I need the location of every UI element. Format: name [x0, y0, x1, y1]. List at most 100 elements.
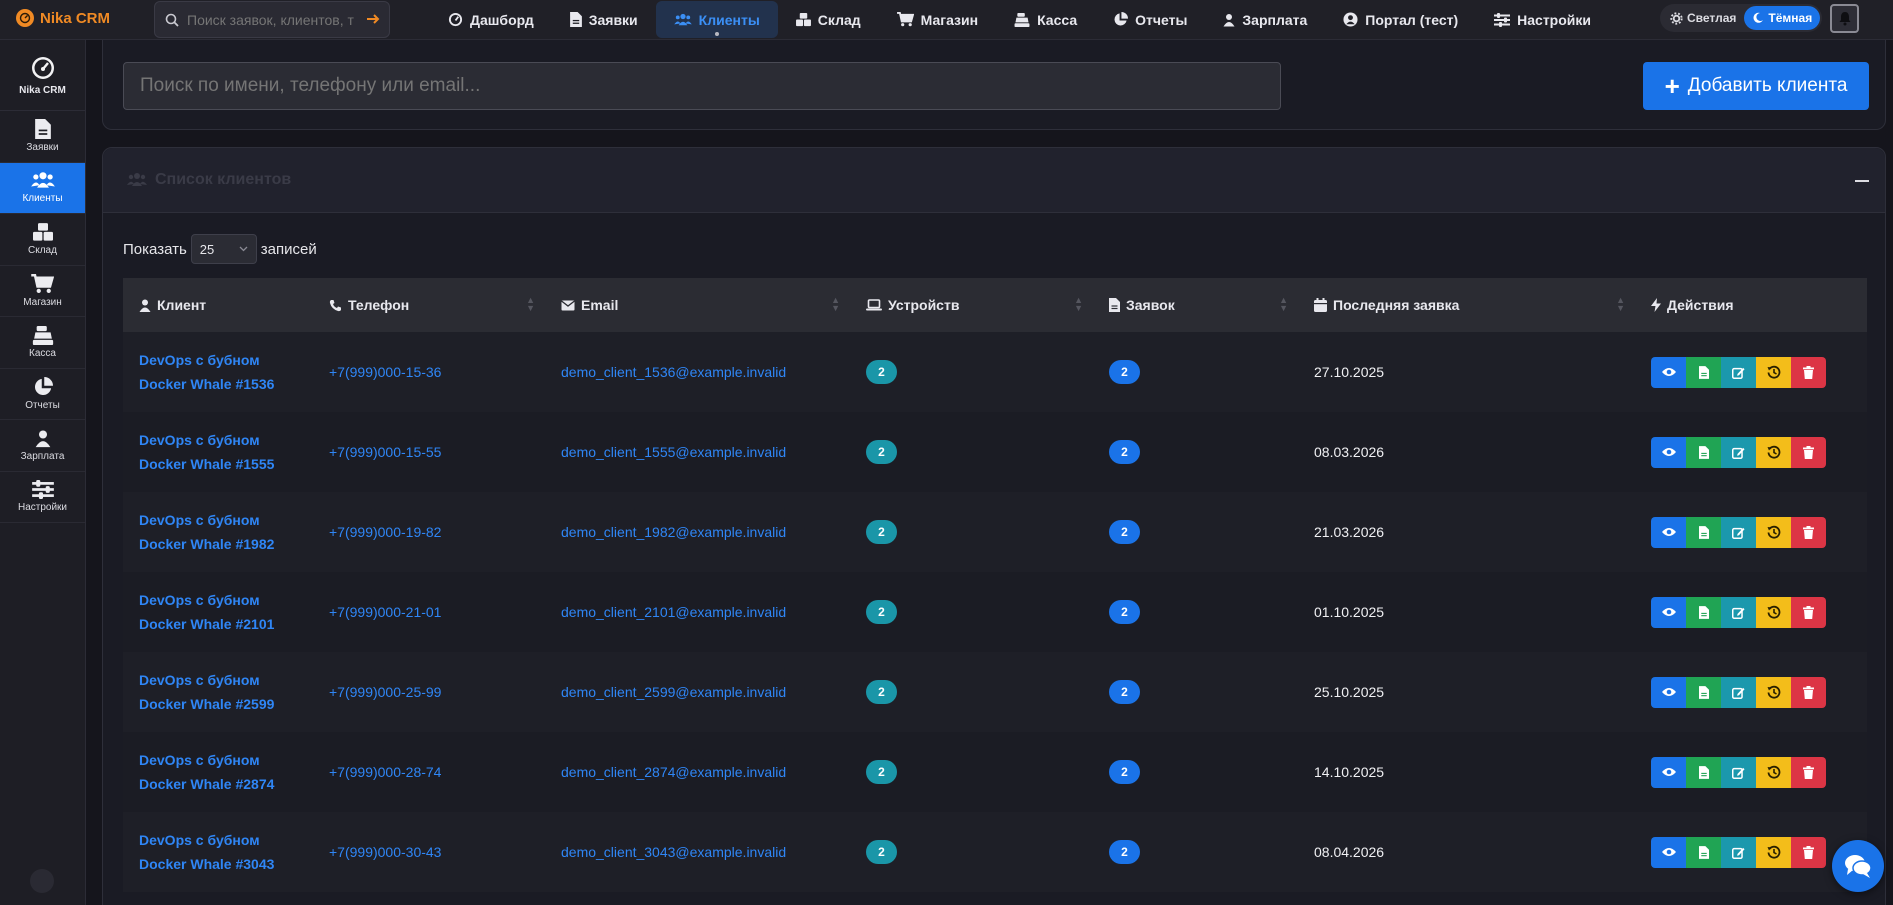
col-devices[interactable]: Устройств ▲ ▼	[850, 278, 1093, 332]
sidebar-item-0[interactable]: Заявки	[0, 111, 85, 163]
doc-button[interactable]	[1686, 436, 1721, 468]
view-button[interactable]	[1651, 836, 1686, 868]
client-search[interactable]	[123, 62, 1281, 110]
view-button[interactable]	[1651, 596, 1686, 628]
col-last-order[interactable]: Последняя заявка ▲ ▼	[1298, 278, 1635, 332]
del-button[interactable]	[1791, 676, 1826, 708]
sort-icon[interactable]: ▲ ▼	[526, 296, 535, 313]
client-name-link[interactable]: DevOps с бубном Docker Whale #2101	[139, 588, 289, 636]
nav-item-6[interactable]: Отчеты	[1095, 1, 1205, 38]
phone-link[interactable]: +7(999)000-15-36	[329, 364, 441, 380]
del-button[interactable]	[1791, 596, 1826, 628]
hist-button[interactable]	[1756, 516, 1791, 548]
email-link[interactable]: demo_client_3043@example.invalid	[561, 844, 786, 860]
phone-link[interactable]: +7(999)000-21-01	[329, 604, 441, 620]
arrow-right-icon[interactable]	[365, 11, 381, 27]
hist-button[interactable]	[1756, 836, 1791, 868]
sidebar-item-4[interactable]: Касса	[0, 317, 85, 369]
email-link[interactable]: demo_client_1982@example.invalid	[561, 524, 786, 540]
hist-button[interactable]	[1756, 676, 1791, 708]
nav-item-2[interactable]: Клиенты	[655, 1, 778, 38]
hist-button[interactable]	[1756, 436, 1791, 468]
edit-button[interactable]	[1721, 436, 1756, 468]
client-name-link[interactable]: DevOps с бубном Docker Whale #2599	[139, 668, 289, 716]
email-link[interactable]: demo_client_1555@example.invalid	[561, 444, 786, 460]
phone-link[interactable]: +7(999)000-28-74	[329, 764, 441, 780]
edit-button[interactable]	[1721, 596, 1756, 628]
del-button[interactable]	[1791, 756, 1826, 788]
email-link[interactable]: demo_client_1536@example.invalid	[561, 364, 786, 380]
notifications-button[interactable]	[1830, 4, 1859, 33]
del-button[interactable]	[1791, 516, 1826, 548]
view-button[interactable]	[1651, 356, 1686, 388]
email-link[interactable]: demo_client_2101@example.invalid	[561, 604, 786, 620]
sidebar-item-5[interactable]: Отчеты	[0, 369, 85, 420]
phone-link[interactable]: +7(999)000-25-99	[329, 684, 441, 700]
email-link[interactable]: demo_client_2874@example.invalid	[561, 764, 786, 780]
sidebar-brand[interactable]: Nika CRM	[0, 40, 85, 111]
phone-link[interactable]: +7(999)000-19-82	[329, 524, 441, 540]
doc-button[interactable]	[1686, 356, 1721, 388]
collapse-button[interactable]	[1855, 180, 1869, 182]
sidebar-item-6[interactable]: Зарплата	[0, 420, 85, 472]
hist-button[interactable]	[1756, 356, 1791, 388]
nav-item-0[interactable]: Дашборд	[430, 1, 552, 38]
nav-item-4[interactable]: Магазин	[879, 1, 996, 38]
global-search-input[interactable]	[187, 11, 357, 28]
phone-link[interactable]: +7(999)000-30-43	[329, 844, 441, 860]
add-client-button[interactable]: + Добавить клиента	[1643, 62, 1869, 110]
client-name-link[interactable]: DevOps с бубном Docker Whale #1555	[139, 428, 289, 476]
theme-light-button[interactable]: Светлая	[1662, 6, 1744, 30]
sort-icon[interactable]: ▲ ▼	[1616, 296, 1625, 313]
global-search[interactable]	[154, 1, 390, 38]
nav-item-9[interactable]: Настройки	[1476, 1, 1609, 38]
phone-link[interactable]: +7(999)000-15-55	[329, 444, 441, 460]
col-client[interactable]: Клиент	[123, 278, 313, 332]
client-name-link[interactable]: DevOps с бубном Docker Whale #2874	[139, 748, 289, 796]
client-name-link[interactable]: DevOps с бубном Docker Whale #1982	[139, 508, 289, 556]
nav-item-3[interactable]: Склад	[778, 1, 879, 38]
col-orders[interactable]: Заявок ▲ ▼	[1093, 278, 1298, 332]
client-search-input[interactable]	[140, 75, 1240, 97]
client-name-link[interactable]: DevOps с бубном Docker Whale #1536	[139, 348, 289, 396]
sidebar-item-2[interactable]: Склад	[0, 214, 85, 266]
doc-button[interactable]	[1686, 756, 1721, 788]
hist-button[interactable]	[1756, 756, 1791, 788]
hist-button[interactable]	[1756, 596, 1791, 628]
view-button[interactable]	[1651, 436, 1686, 468]
view-button[interactable]	[1651, 756, 1686, 788]
doc-button[interactable]	[1686, 676, 1721, 708]
doc-button[interactable]	[1686, 596, 1721, 628]
user-avatar[interactable]	[30, 869, 54, 893]
sidebar-item-7[interactable]: Настройки	[0, 472, 85, 523]
nav-item-7[interactable]: Зарплата	[1205, 1, 1325, 38]
view-button[interactable]	[1651, 516, 1686, 548]
del-button[interactable]	[1791, 436, 1826, 468]
email-link[interactable]: demo_client_2599@example.invalid	[561, 684, 786, 700]
brand[interactable]: Nika CRM	[16, 9, 110, 27]
edit-button[interactable]	[1721, 756, 1756, 788]
col-email[interactable]: Email ▲ ▼	[545, 278, 850, 332]
edit-button[interactable]	[1721, 836, 1756, 868]
edit-button[interactable]	[1721, 516, 1756, 548]
del-button[interactable]	[1791, 836, 1826, 868]
sort-icon[interactable]: ▲ ▼	[831, 296, 840, 313]
col-phone[interactable]: Телефон ▲ ▼	[313, 278, 545, 332]
client-name-link[interactable]: DevOps с бубном Docker Whale #3043	[139, 828, 289, 876]
theme-dark-button[interactable]: Тёмная	[1744, 6, 1821, 30]
sidebar-item-3[interactable]: Магазин	[0, 266, 85, 317]
sort-icon[interactable]: ▲ ▼	[1279, 296, 1288, 313]
nav-item-8[interactable]: Портал (тест)	[1325, 1, 1476, 38]
edit-button[interactable]	[1721, 676, 1756, 708]
sidebar-item-1[interactable]: Клиенты	[0, 162, 85, 214]
page-size-select[interactable]: 25	[190, 234, 257, 264]
nav-item-5[interactable]: Касса	[996, 1, 1095, 38]
chat-button[interactable]	[1832, 840, 1884, 892]
edit-button[interactable]	[1721, 356, 1756, 388]
del-button[interactable]	[1791, 356, 1826, 388]
view-button[interactable]	[1651, 676, 1686, 708]
sort-icon[interactable]: ▲ ▼	[1074, 296, 1083, 313]
doc-button[interactable]	[1686, 516, 1721, 548]
nav-item-1[interactable]: Заявки	[552, 1, 656, 38]
doc-button[interactable]	[1686, 836, 1721, 868]
